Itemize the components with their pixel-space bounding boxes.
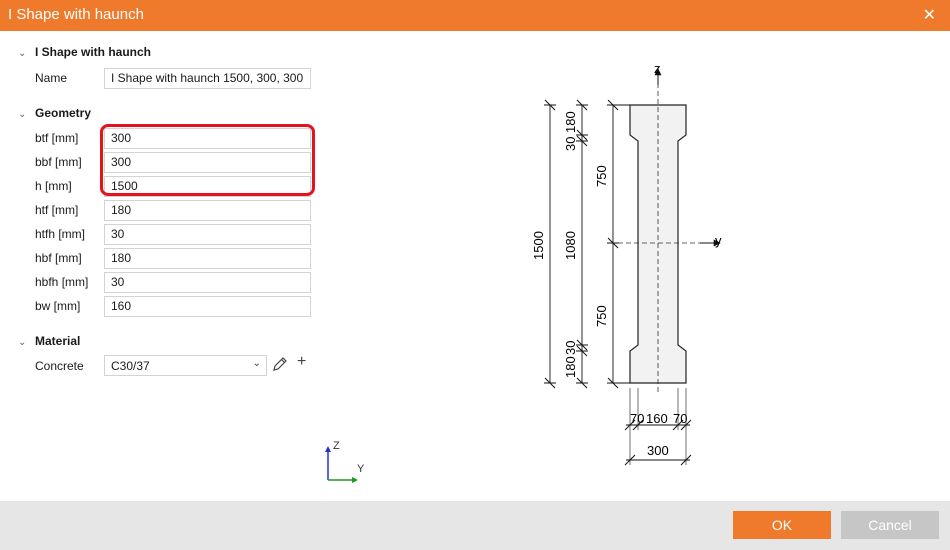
chevron-down-icon: ⌄ <box>18 337 27 348</box>
concrete-value: C30/37 <box>111 359 150 373</box>
axis-y-label: Y <box>357 463 365 475</box>
bbf-label: bbf [mm] <box>35 155 82 169</box>
title-bar: I Shape with haunch ✕ <box>0 0 950 31</box>
dim-web-width: 160 <box>646 411 668 426</box>
bw-input[interactable] <box>104 296 311 317</box>
chevron-down-icon: ⌄ <box>252 358 261 369</box>
dim-lower-half: 750 <box>594 305 609 327</box>
ok-button[interactable]: OK <box>733 511 831 539</box>
htf-label: htf [mm] <box>35 203 79 217</box>
name-label: Name <box>35 71 68 85</box>
concrete-label: Concrete <box>35 359 84 373</box>
close-icon[interactable]: ✕ <box>923 5 936 25</box>
htfh-label: htfh [mm] <box>35 227 86 241</box>
dim-total-width: 300 <box>647 443 669 458</box>
htfh-input[interactable] <box>104 224 311 245</box>
window-title: I Shape with haunch <box>8 6 144 23</box>
btf-input[interactable] <box>104 128 311 149</box>
bbf-input[interactable] <box>104 152 311 173</box>
name-input[interactable] <box>104 68 311 89</box>
axes-icon: Z Y <box>325 440 365 483</box>
section-header-shape[interactable]: ⌄ I Shape with haunch <box>18 45 151 59</box>
axis-z-label: Z <box>333 440 340 452</box>
chevron-down-icon: ⌄ <box>18 109 27 120</box>
dim-upper-half: 750 <box>594 165 609 187</box>
concrete-select[interactable]: C30/37 ⌄ <box>104 355 267 376</box>
pencil-icon[interactable] <box>271 355 289 373</box>
section-title: Material <box>35 334 81 348</box>
dim-bottom-flange: 180 <box>563 356 578 378</box>
hbfh-input[interactable] <box>104 272 311 293</box>
section-header-material[interactable]: ⌄ Material <box>18 334 80 348</box>
cancel-button[interactable]: Cancel <box>841 511 939 539</box>
axis-z-label: z <box>654 61 661 76</box>
dim-total-height: 1500 <box>531 231 546 260</box>
chevron-down-icon: ⌄ <box>18 48 27 59</box>
axis-y-label: y <box>715 233 722 248</box>
btf-label: btf [mm] <box>35 131 79 145</box>
section-title: I Shape with haunch <box>35 45 152 59</box>
hbfh-label: hbfh [mm] <box>35 275 89 289</box>
dim-bottom-haunch: 30 <box>563 341 578 355</box>
hbf-label: hbf [mm] <box>35 251 82 265</box>
section-header-geometry[interactable]: ⌄ Geometry <box>18 106 91 120</box>
dim-top-haunch: 30 <box>563 137 578 151</box>
hbf-input[interactable] <box>104 248 311 269</box>
dim-right-overhang: 70 <box>673 411 687 426</box>
dim-top-flange: 180 <box>563 111 578 133</box>
section-title: Geometry <box>35 106 92 120</box>
bw-label: bw [mm] <box>35 299 81 313</box>
cross-section-drawing: z y 1500 180 30 1080 30 180 750 750 70 1… <box>531 61 722 466</box>
plus-icon[interactable]: + <box>297 353 306 371</box>
h-input[interactable] <box>104 176 311 197</box>
htf-input[interactable] <box>104 200 311 221</box>
h-label: h [mm] <box>35 179 72 193</box>
dim-web: 1080 <box>563 231 578 260</box>
dim-left-overhang: 70 <box>630 411 644 426</box>
